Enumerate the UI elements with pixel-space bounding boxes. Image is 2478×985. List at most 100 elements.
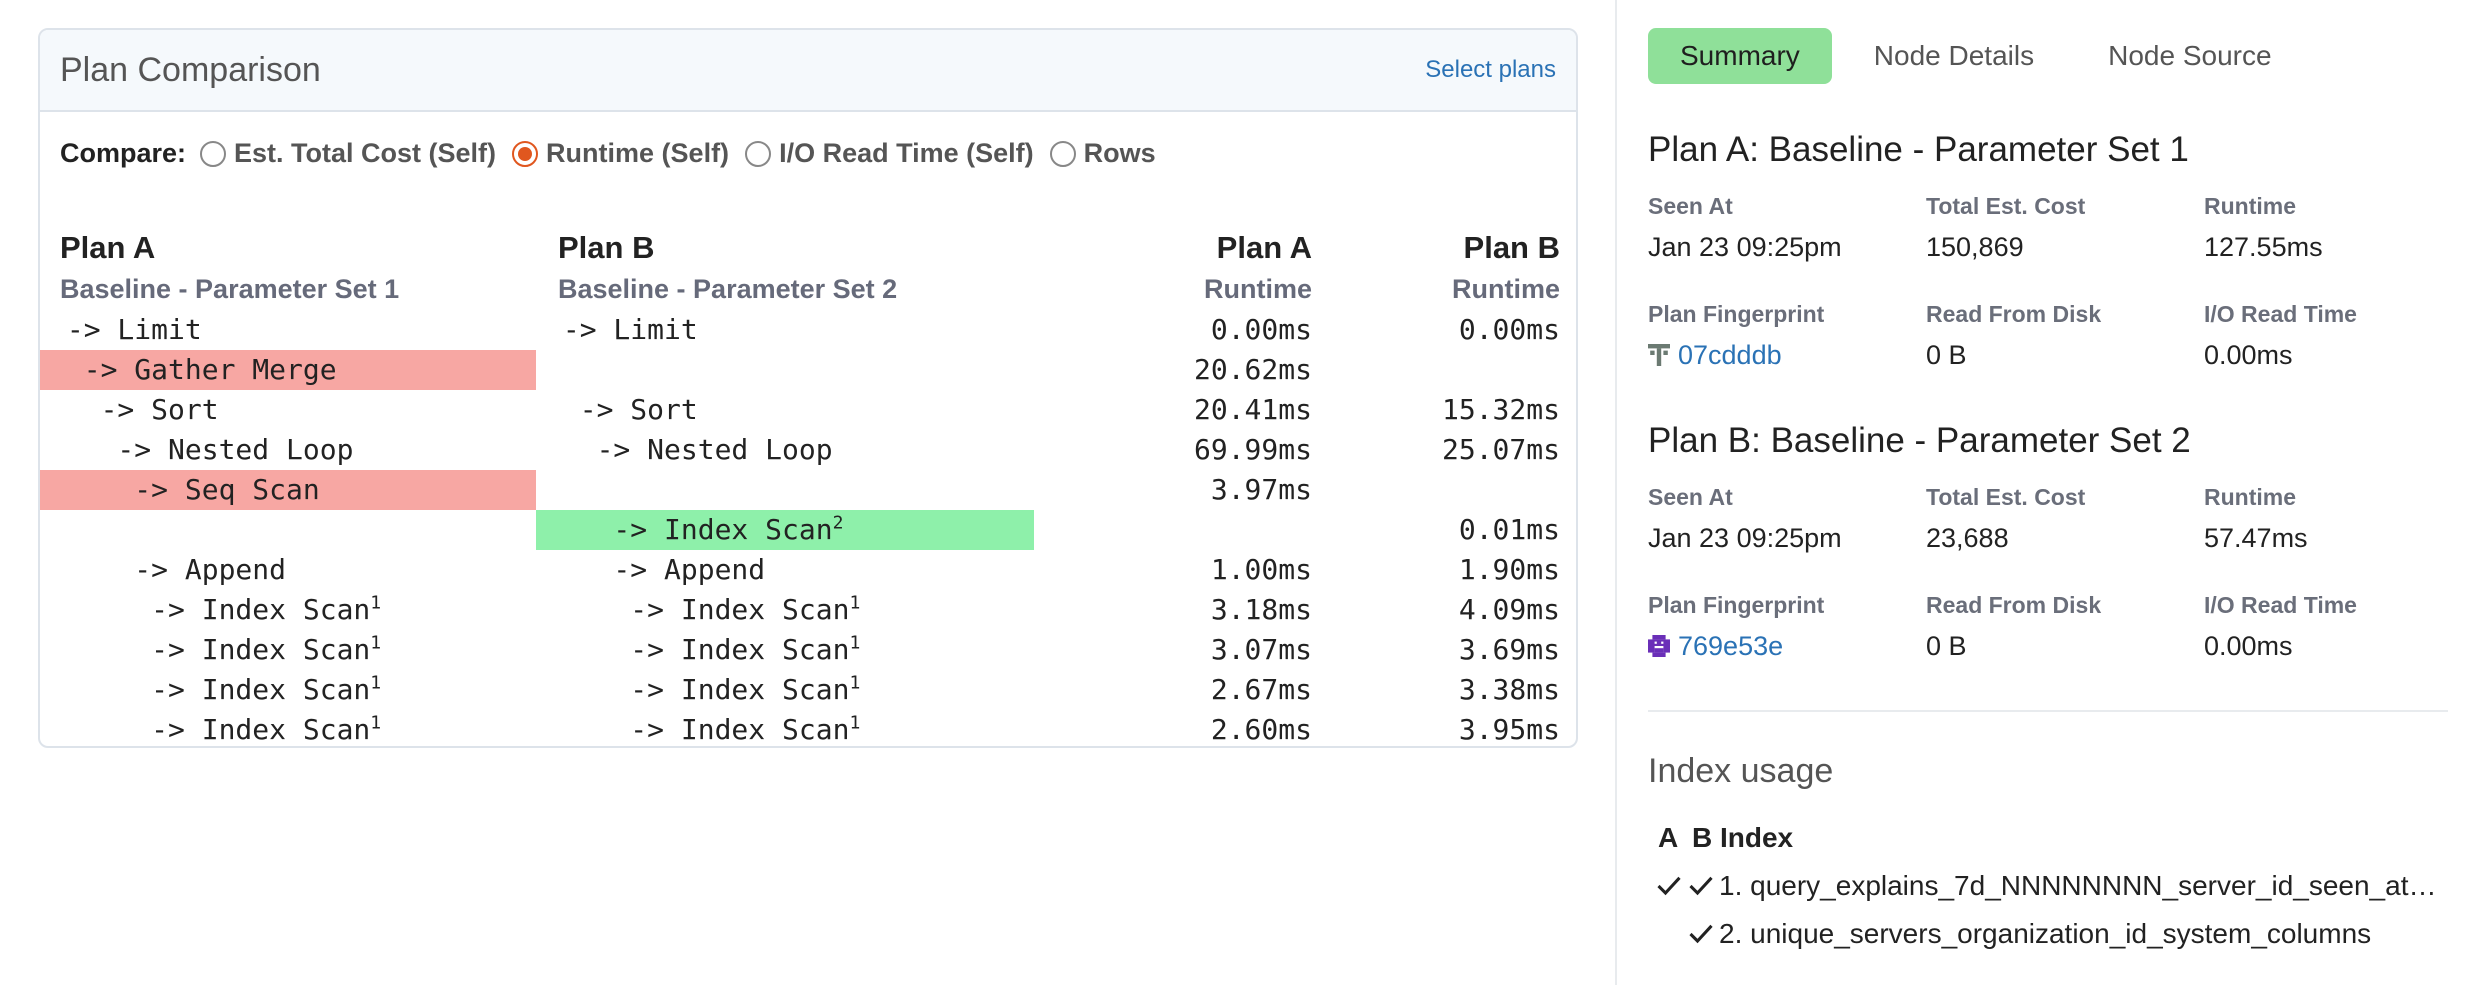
plan-a-runtime-value: 3.97ms — [1210, 473, 1312, 506]
col-header-plan-b: Plan B — [558, 230, 655, 265]
plan-b-node-label: -> Nested Loop — [546, 433, 833, 466]
table-row[interactable]: -> Index Scan1 -> Index Scan1 3.07ms 3.69m… — [40, 630, 1576, 670]
plan-a-node[interactable]: -> Sort — [40, 390, 536, 430]
table-row[interactable]: -> Seq Scan 3.97ms — [40, 470, 1576, 510]
plan-b-runtime: 57.47ms — [2204, 523, 2308, 553]
check-icon — [1689, 876, 1713, 896]
table-row[interactable]: -> Sort -> Sort 20.41ms 15.32ms — [40, 390, 1576, 430]
radio-label: Est. Total Cost (Self) — [234, 138, 497, 168]
select-plans-link[interactable]: Select plans — [1425, 56, 1556, 84]
plan-b-fingerprint-link[interactable]: 769e53e — [1678, 631, 1783, 661]
plan-b-runtime-value: 3.38ms — [1458, 673, 1560, 706]
table-row[interactable]: -> Nested Loop -> Nested Loop 69.99ms 25.0… — [40, 430, 1576, 470]
plan-a-node[interactable]: -> Seq Scan — [40, 470, 536, 510]
table-row[interactable]: -> Limit -> Limit 0.00ms 0.00ms — [40, 310, 1576, 350]
index-footnote: 1 — [849, 712, 861, 734]
table-row[interactable]: -> Index Scan1 -> Index Scan1 2.67ms 3.38m… — [40, 670, 1576, 710]
plan-a-node-label: -> Index Scan — [50, 673, 371, 706]
index-row[interactable]: 2. unique_servers_organization_id_system… — [1655, 918, 2371, 950]
index-footnote: 1 — [370, 592, 382, 614]
fingerprint-identicon-a-icon — [1648, 344, 1670, 366]
plan-b-runtime-value — [1340, 470, 1560, 510]
plan-b-runtime-value: 4.09ms — [1458, 593, 1560, 626]
plan-b-node[interactable]: -> Index Scan1 — [536, 590, 1034, 630]
index-name: 2. unique_servers_organization_id_system… — [1719, 918, 2372, 949]
plan-a-node[interactable]: -> Nested Loop — [40, 430, 536, 470]
plan-b-node[interactable] — [536, 350, 1034, 390]
radio-rows[interactable]: Rows — [1049, 138, 1156, 169]
radio-circle-icon[interactable] — [745, 140, 772, 167]
plan-b-node[interactable]: -> Sort — [536, 390, 1034, 430]
empty-check-cell — [1655, 920, 1683, 948]
col-header-plan-a: Plan A — [60, 230, 156, 265]
plan-b-fingerprint[interactable]: 769e53e — [1648, 631, 1783, 662]
plan-b-node[interactable] — [536, 470, 1034, 510]
radio-circle-icon[interactable] — [200, 140, 227, 167]
plan-a-runtime-value: 0.00ms — [1210, 313, 1312, 346]
plan-b-node[interactable]: -> Nested Loop — [536, 430, 1034, 470]
plan-b-node-label: -> Sort — [546, 393, 698, 426]
index-footnote: 1 — [370, 712, 382, 734]
plan-b-runtime-value: 3.95ms — [1458, 713, 1560, 746]
index-col-a: A — [1658, 822, 1679, 853]
plan-a-node[interactable]: -> Index Scan1 — [40, 630, 536, 670]
index-footnote: 1 — [849, 632, 861, 654]
plan-comparison-panel: Plan Comparison Select plans Compare: Es… — [38, 28, 1578, 748]
plan-a-fingerprint-label: Plan Fingerprint — [1648, 301, 1825, 327]
radio-label: Runtime (Self) — [546, 138, 730, 168]
panel-header: Plan Comparison Select plans — [40, 30, 1576, 112]
radio-est-total-cost[interactable]: Est. Total Cost (Self) — [200, 138, 496, 169]
plan-a-runtime-value: 3.07ms — [1210, 633, 1312, 666]
plan-a-disk: 0 B — [1926, 340, 1967, 370]
plan-a-fingerprint-link[interactable]: 07cdddb — [1678, 340, 1782, 370]
plan-a-runtime-value — [1092, 510, 1312, 550]
radio-io-read-time[interactable]: I/O Read Time (Self) — [745, 138, 1034, 169]
plan-a-seen-at-label: Seen At — [1648, 193, 1733, 219]
plan-b-disk: 0 B — [1926, 631, 1967, 661]
plan-a-node-label: -> Index Scan — [50, 633, 371, 666]
plan-b-runtime-value: 15.32ms — [1441, 393, 1560, 426]
radio-checked-icon[interactable] — [512, 140, 539, 167]
plan-b-node-label: -> Limit — [546, 313, 698, 346]
col-subheader-plan-a: Baseline - Parameter Set 1 — [60, 274, 400, 304]
plan-b-node[interactable]: -> Index Scan1 — [536, 710, 1034, 746]
plan-a-node[interactable]: -> Limit — [40, 310, 536, 350]
plan-a-node[interactable]: -> Index Scan1 — [40, 710, 536, 746]
tab-node-source[interactable]: Node Source — [2076, 28, 2303, 84]
plan-a-node[interactable]: -> Gather Merge — [40, 350, 536, 390]
radio-circle-icon[interactable] — [1049, 140, 1076, 167]
plan-b-node[interactable]: -> Index Scan1 — [536, 670, 1034, 710]
index-footnote: 1 — [370, 632, 382, 654]
plan-b-seen-at: Jan 23 09:25pm — [1648, 523, 1842, 553]
plan-b-node-label: -> Index Scan — [546, 593, 850, 626]
plan-a-node[interactable] — [40, 510, 536, 550]
plan-a-runtime-value: 1.00ms — [1210, 553, 1312, 586]
table-row[interactable]: -> Index Scan1 -> Index Scan1 3.18ms 4.09m… — [40, 590, 1576, 630]
col-header-metric-b: Plan B — [1463, 230, 1560, 265]
plan-a-node-label: -> Gather Merge — [50, 353, 337, 386]
plan-a-node[interactable]: -> Index Scan1 — [40, 590, 536, 630]
compare-label: Compare: — [60, 138, 187, 168]
col-header-metric-a: Plan A — [1216, 230, 1312, 265]
table-row[interactable]: -> Index Scan2 0.01ms — [40, 510, 1576, 550]
index-row[interactable]: 1. query_explains_7d_NNNNNNNN_server_id_… — [1655, 870, 2439, 902]
table-row[interactable]: -> Gather Merge 20.62ms — [40, 350, 1576, 390]
table-row[interactable]: -> Append -> Append 1.00ms 1.90ms — [40, 550, 1576, 590]
plan-a-node-label: -> Limit — [50, 313, 202, 346]
tab-summary[interactable]: Summary — [1648, 28, 1832, 84]
plan-a-node[interactable]: -> Append — [40, 550, 536, 590]
plan-a-runtime-label: Runtime — [2204, 193, 2296, 219]
tab-node-details[interactable]: Node Details — [1842, 28, 2066, 84]
plan-b-node[interactable]: -> Index Scan1 — [536, 630, 1034, 670]
plan-a-node[interactable]: -> Index Scan1 — [40, 670, 536, 710]
check-icon — [1657, 876, 1681, 896]
plan-b-node[interactable]: -> Append — [536, 550, 1034, 590]
plan-b-node[interactable]: -> Limit — [536, 310, 1034, 350]
plan-a-fingerprint[interactable]: 07cdddb — [1648, 340, 1782, 371]
radio-runtime[interactable]: Runtime (Self) — [512, 138, 729, 169]
table-row[interactable]: -> Index Scan1 -> Index Scan1 2.60ms 3.95m… — [40, 710, 1576, 746]
fingerprint-identicon-b-icon — [1648, 635, 1670, 657]
plan-a-node-label: -> Sort — [50, 393, 219, 426]
plan-b-node[interactable]: -> Index Scan2 — [536, 510, 1034, 550]
plan-b-title: Plan B: Baseline - Parameter Set 2 — [1648, 421, 2191, 460]
